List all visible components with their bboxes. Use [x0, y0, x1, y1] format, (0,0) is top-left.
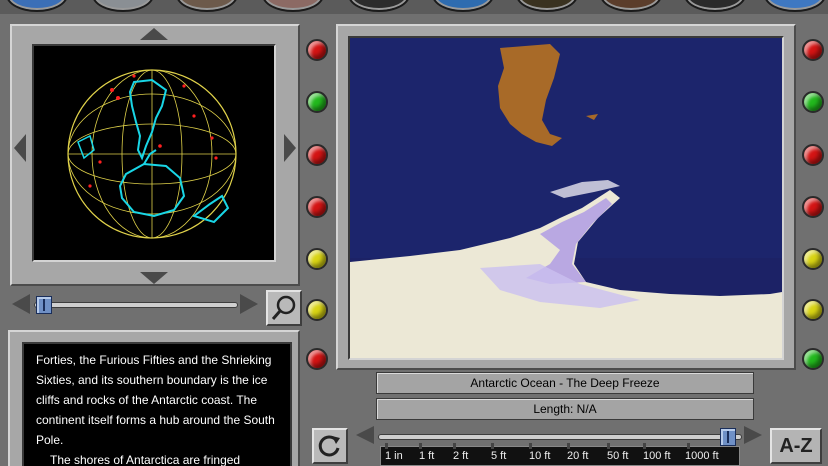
a-z-index-button[interactable]: A-Z — [770, 428, 822, 464]
scale-tick — [385, 443, 388, 449]
scale-tick — [687, 443, 690, 449]
timeline-forward-arrow[interactable] — [744, 426, 762, 444]
scale-label-1in: 1 in — [385, 450, 403, 462]
scale-label-10ft: 10 ft — [529, 450, 551, 462]
topic-icon-10[interactable] — [764, 0, 826, 12]
indicator-light-right-3[interactable] — [802, 144, 824, 166]
topic-icon-9[interactable] — [684, 0, 746, 12]
scale-label-20ft: 20 ft — [567, 450, 589, 462]
article-panel: Forties, the Furious Fifties and the Shr… — [8, 330, 300, 466]
scale-label-1000ft: 1000 ft — [685, 450, 719, 462]
topic-icon-4[interactable] — [262, 0, 324, 12]
topic-icon-1[interactable] — [6, 0, 68, 12]
zoom-slider-thumb[interactable] — [36, 296, 52, 314]
indicator-light-right-7[interactable] — [802, 348, 824, 370]
zoom-in-arrow[interactable] — [240, 294, 258, 314]
distance-scale: 1 in 1 ft 2 ft 5 ft 10 ft 20 ft 50 ft 10… — [380, 443, 740, 466]
video-panel — [336, 24, 796, 370]
globe-screen[interactable] — [32, 44, 276, 262]
globe-rotate-left-button[interactable] — [14, 134, 26, 162]
scale-tick — [419, 443, 422, 449]
indicator-light-left-3[interactable] — [306, 144, 328, 166]
scale-tick — [453, 443, 456, 449]
indicator-light-left-4[interactable] — [306, 196, 328, 218]
indicator-light-right-4[interactable] — [802, 196, 824, 218]
indicator-light-left-5[interactable] — [306, 248, 328, 270]
indicator-light-right-5[interactable] — [802, 248, 824, 270]
video-title: Antarctic Ocean - The Deep Freeze — [376, 372, 754, 394]
atlas-window: Antarctic Ocean - The Deep Freeze Length… — [0, 0, 828, 466]
scale-tick — [491, 443, 494, 449]
scale-label-50ft: 50 ft — [607, 450, 629, 462]
indicator-light-left-7[interactable] — [306, 348, 328, 370]
indicator-light-left-1[interactable] — [306, 39, 328, 61]
video-length: Length: N/A — [376, 398, 754, 420]
video-screen[interactable] — [348, 36, 784, 360]
topic-icon-5[interactable] — [348, 0, 410, 12]
globe-panel — [10, 24, 300, 286]
article-text: Forties, the Furious Fifties and the Shr… — [36, 350, 286, 466]
topic-icon-3[interactable] — [176, 0, 238, 12]
article-paragraph-1: Forties, the Furious Fifties and the Shr… — [36, 353, 275, 447]
scale-tick — [529, 443, 532, 449]
globe-rotate-up-button[interactable] — [140, 28, 168, 40]
video-frame — [350, 38, 782, 358]
globe-map-icon — [67, 69, 237, 239]
topic-icon-2[interactable] — [92, 0, 154, 12]
topic-strip — [0, 0, 828, 14]
zoom-slider-track[interactable] — [34, 302, 238, 308]
article-paragraph-2: The shores of Antarctica are fringed — [50, 453, 241, 466]
globe-rotate-right-button[interactable] — [284, 134, 296, 162]
scale-label-1ft: 1 ft — [419, 450, 435, 462]
scale-tick — [607, 443, 610, 449]
indicator-light-right-1[interactable] — [802, 39, 824, 61]
topic-icon-6[interactable] — [432, 0, 494, 12]
globe-rotate-down-button[interactable] — [140, 272, 168, 284]
replay-button[interactable] — [312, 428, 348, 464]
indicator-light-right-2[interactable] — [802, 91, 824, 113]
zoom-out-arrow[interactable] — [12, 294, 30, 314]
scale-label-2ft: 2 ft — [453, 450, 469, 462]
scale-tick — [643, 443, 646, 449]
article-screen[interactable]: Forties, the Furious Fifties and the Shr… — [22, 342, 292, 466]
indicator-light-left-2[interactable] — [306, 91, 328, 113]
scale-label-100ft: 100 ft — [643, 450, 671, 462]
topic-icon-7[interactable] — [516, 0, 578, 12]
indicator-light-left-6[interactable] — [306, 299, 328, 321]
scale-label-5ft: 5 ft — [491, 450, 507, 462]
indicator-light-right-6[interactable] — [802, 299, 824, 321]
topic-icon-8[interactable] — [600, 0, 662, 12]
scale-tick — [567, 443, 570, 449]
timeline-slider-thumb[interactable] — [720, 428, 736, 446]
timeline-slider-track[interactable] — [378, 434, 742, 440]
magnifier-button[interactable] — [266, 290, 302, 326]
timeline-back-arrow[interactable] — [356, 426, 374, 444]
magnifier-icon — [271, 295, 296, 320]
replay-icon — [318, 435, 340, 457]
